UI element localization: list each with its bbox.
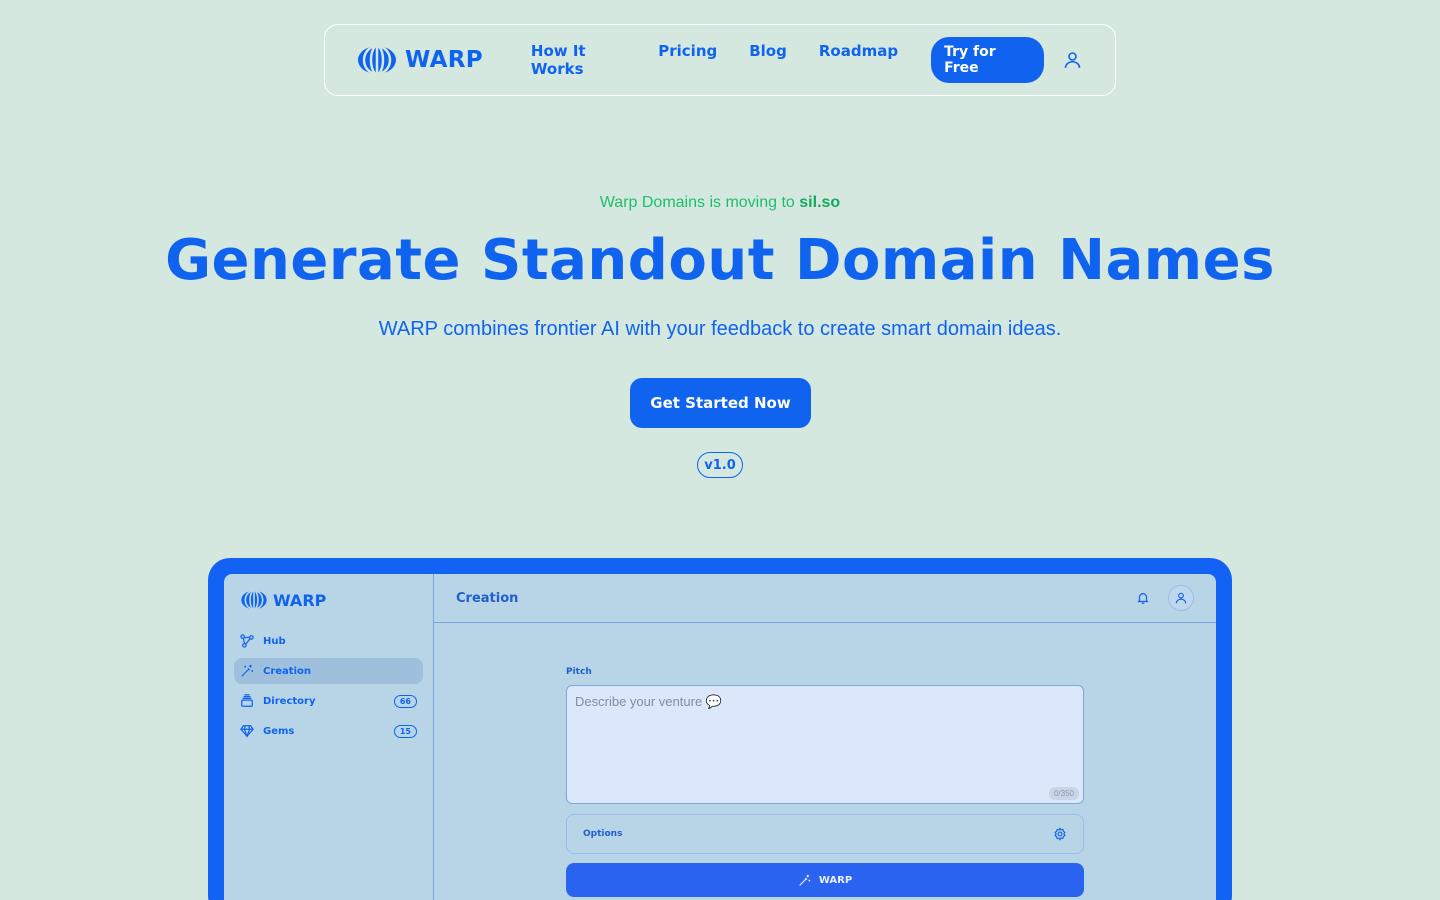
sidebar-item-gems[interactable]: Gems 15: [234, 718, 423, 744]
bell-icon[interactable]: [1136, 591, 1150, 605]
sidebar-nav: Hub Creation Directory 66 Gems 15: [234, 628, 423, 744]
nav-link-roadmap[interactable]: Roadmap: [819, 42, 898, 78]
try-for-free-button[interactable]: Try for Free: [931, 37, 1044, 83]
gem-icon: [240, 725, 254, 738]
nav-links: How It Works Pricing Blog Roadmap: [531, 42, 898, 78]
gems-count-badge: 15: [393, 724, 417, 738]
nav-link-blog[interactable]: Blog: [749, 42, 787, 78]
stack-icon: [241, 694, 253, 707]
preview-main: Creation Pitch Describe your venture 💬 0…: [434, 574, 1216, 900]
warp-generate-button[interactable]: WARP: [566, 863, 1084, 897]
pitch-label: Pitch: [566, 667, 592, 677]
sidebar-item-directory[interactable]: Directory 66: [234, 688, 423, 714]
gear-icon: [1054, 827, 1066, 841]
user-account-icon[interactable]: [1062, 49, 1083, 71]
sidebar-item-hub[interactable]: Hub: [234, 628, 423, 654]
warp-button-label: WARP: [818, 874, 853, 886]
warp-globe-icon: [358, 45, 396, 75]
hero-subtitle: WARP combines frontier AI with your feed…: [378, 318, 1062, 340]
announcement-text: Warp Domains is moving to: [599, 194, 795, 211]
sidebar-item-label: Creation: [263, 665, 311, 677]
top-navbar: WARP How It Works Pricing Blog Roadmap T…: [324, 24, 1116, 96]
preview-logo-text: WARP: [273, 590, 327, 610]
nav-link-how-it-works[interactable]: How It Works: [531, 42, 626, 78]
announcement-banner: Warp Domains is moving to sil.so: [0, 194, 1440, 212]
sidebar-item-label: Hub: [263, 635, 286, 647]
nav-link-pricing[interactable]: Pricing: [658, 42, 717, 78]
hero-title: Generate Standout Domain Names: [165, 228, 1275, 293]
sidebar-item-creation[interactable]: Creation: [234, 658, 423, 684]
get-started-button[interactable]: Get Started Now: [630, 378, 811, 428]
avatar[interactable]: [1168, 585, 1194, 611]
warp-globe-icon: [241, 590, 267, 610]
version-badge: v1.0: [697, 452, 743, 478]
logo-text: WARP: [405, 47, 483, 73]
hub-icon: [240, 634, 254, 648]
sidebar-item-label: Directory: [263, 695, 316, 707]
directory-count-badge: 66: [393, 694, 417, 708]
pitch-textarea[interactable]: Describe your venture 💬 0/350: [566, 685, 1084, 804]
pitch-placeholder: Describe your venture 💬: [575, 694, 722, 709]
magic-wand-icon: [799, 874, 810, 886]
header-icons: [1136, 585, 1194, 611]
magic-wand-icon: [241, 664, 254, 677]
preview-logo[interactable]: WARP: [234, 590, 423, 610]
announcement-domain-link[interactable]: sil.so: [799, 194, 840, 211]
character-counter: 0/350: [1048, 787, 1079, 800]
app-preview: WARP Hub Creation Directory 66 Gems 15 C…: [224, 574, 1216, 900]
user-icon: [1175, 592, 1187, 604]
options-panel-toggle[interactable]: Options: [566, 814, 1084, 854]
page-title: Creation: [456, 590, 519, 606]
app-preview-frame: WARP Hub Creation Directory 66 Gems 15 C…: [208, 558, 1232, 900]
warp-logo[interactable]: WARP: [357, 45, 483, 75]
preview-header: Creation: [434, 574, 1216, 623]
options-label: Options: [583, 829, 623, 839]
preview-sidebar: WARP Hub Creation Directory 66 Gems 15: [224, 574, 434, 900]
sidebar-item-label: Gems: [263, 725, 295, 737]
